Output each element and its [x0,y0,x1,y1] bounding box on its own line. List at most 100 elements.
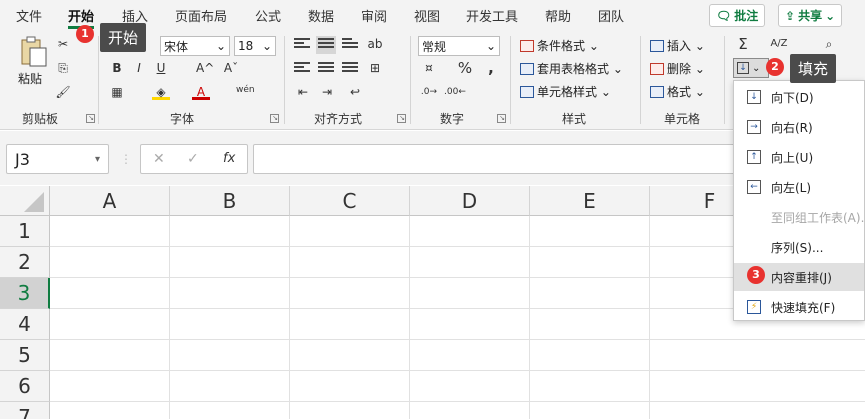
splitter-handle[interactable]: ⋮ [120,152,132,166]
align-right-icon[interactable] [342,62,358,76]
enter-icon[interactable]: ✓ [187,151,199,167]
column-header-a[interactable]: A [50,186,170,216]
tab-file[interactable]: 文件 [16,6,42,25]
cell-styles-button[interactable]: 单元格样式 ⌄ [520,83,611,100]
format-painter-icon[interactable]: 🖌 [54,84,72,100]
menu-item-fill-up[interactable]: ↑ 向上(U) [734,143,864,171]
menu-item-series[interactable]: 序列(S)... [734,233,864,261]
group-separator [724,36,725,124]
menu-item-label: 内容重排(J) [771,270,832,285]
font-size-combo[interactable]: 18 ⌄ [234,36,276,56]
font-size-value: 18 [238,39,254,53]
bold-button[interactable]: B [108,60,126,76]
currency-icon[interactable]: ¤ [420,60,438,76]
paste-icon[interactable] [16,36,48,67]
cut-icon[interactable]: ✂ [54,36,72,52]
percent-button[interactable]: % [456,60,474,76]
merge-center-icon[interactable]: ⊞ [366,60,384,76]
insert-cells-button[interactable]: 插入 ⌄ [650,37,705,54]
menu-item-label: 至同组工作表(A)... [771,210,865,225]
italic-button[interactable]: I [130,60,148,76]
number-format-combo[interactable]: 常规 ⌄ [418,36,500,56]
tab-page-layout[interactable]: 页面布局 [175,6,227,25]
tab-help[interactable]: 帮助 [545,6,571,25]
column-header-e[interactable]: E [530,186,650,216]
decrease-decimal-icon[interactable]: .00← [444,84,466,100]
align-bottom-icon[interactable] [342,38,358,52]
copy-icon[interactable]: ⎘ [54,60,72,76]
delete-cells-button[interactable]: 删除 ⌄ [650,60,705,77]
phonetic-icon[interactable]: wén [236,82,255,98]
fill-color-icon[interactable]: ◈ [152,84,170,100]
format-as-table-icon [520,62,534,75]
align-middle-icon[interactable] [316,36,336,54]
alignment-launcher-icon[interactable]: ↘ [397,114,406,123]
increase-indent-icon[interactable]: ⇥ [318,84,336,100]
underline-button[interactable]: U [152,60,170,76]
cancel-icon[interactable]: ✕ [153,151,165,167]
comments-button[interactable]: 🗨 批注 [709,4,766,27]
insert-function-icon[interactable]: fx [223,151,235,166]
menu-item-flash-fill[interactable]: ⚡ 快速填充(F) [734,293,864,321]
cell-styles-label: 单元格样式 [537,85,598,99]
fill-button[interactable]: ↓ ⌄ [733,58,769,78]
column-header-b[interactable]: B [170,186,290,216]
align-top-icon[interactable] [294,38,310,52]
step-badge-1: 1 [76,25,94,43]
row-header[interactable]: 4 [0,309,50,340]
increase-decimal-icon[interactable]: .0→ [420,84,438,100]
row-header[interactable]: 1 [0,216,50,247]
name-box[interactable]: J3 ▾ [6,144,109,174]
borders-icon[interactable]: ▦ [108,84,126,100]
row-header-selected[interactable]: 3 [0,278,50,309]
tab-review[interactable]: 审阅 [361,6,387,25]
align-center-icon[interactable] [318,62,334,76]
autosum-icon[interactable]: Σ [734,36,752,52]
share-button[interactable]: ⇪ 共享 ⌄ [778,4,843,27]
conditional-formatting-button[interactable]: 条件格式 ⌄ [520,37,599,54]
column-header-c[interactable]: C [290,186,410,216]
chevron-down-icon: ⌄ [261,39,272,53]
gridline [289,216,290,419]
styles-group-label: 样式 [562,112,587,126]
column-header-d[interactable]: D [410,186,530,216]
font-name-combo[interactable]: 宋体 ⌄ [160,36,230,56]
row-header[interactable]: 6 [0,371,50,402]
number-launcher-icon[interactable]: ↘ [497,114,506,123]
sort-filter-icon[interactable]: A/Z [770,36,788,52]
clipboard-launcher-icon[interactable]: ↘ [86,114,95,123]
row-header[interactable]: 5 [0,340,50,371]
font-color-icon[interactable]: A [192,84,210,100]
format-as-table-button[interactable]: 套用表格格式 ⌄ [520,60,623,77]
tab-developer[interactable]: 开发工具 [466,6,518,25]
comma-button[interactable]: , [482,60,500,76]
gridline [409,216,410,419]
orientation-icon[interactable]: ab [366,36,384,52]
conditional-formatting-label: 条件格式 [537,39,586,53]
row-header[interactable]: 2 [0,247,50,278]
tab-data[interactable]: 数据 [308,6,334,25]
step-badge-3: 3 [747,266,765,284]
select-all-corner[interactable] [0,186,50,216]
menu-item-fill-right[interactable]: → 向右(R) [734,113,864,141]
paste-button-label[interactable]: 粘贴 [18,70,42,87]
decrease-indent-icon[interactable]: ⇤ [294,84,312,100]
tab-formulas[interactable]: 公式 [255,6,281,25]
format-cells-button[interactable]: 格式 ⌄ [650,83,705,100]
format-cells-label: 格式 [667,85,692,99]
increase-font-button[interactable]: A^ [196,60,214,76]
decrease-font-button[interactable]: Aˇ [222,60,240,76]
tab-team[interactable]: 团队 [598,6,624,25]
font-launcher-icon[interactable]: ↘ [270,114,279,123]
wrap-text-icon[interactable]: ↩ [346,84,364,100]
tab-view[interactable]: 视图 [414,6,440,25]
gridline [529,216,530,419]
row-header[interactable]: 7 [0,402,50,419]
share-label: 共享 [798,9,823,23]
align-left-icon[interactable] [294,62,310,76]
menu-item-fill-down[interactable]: ↓ 向下(D) [734,83,864,111]
menu-item-fill-left[interactable]: ← 向左(L) [734,173,864,201]
menu-item-label: 快速填充(F) [771,300,836,315]
find-select-icon[interactable]: ⌕ [820,36,838,52]
tab-home[interactable]: 开始 [68,6,94,25]
